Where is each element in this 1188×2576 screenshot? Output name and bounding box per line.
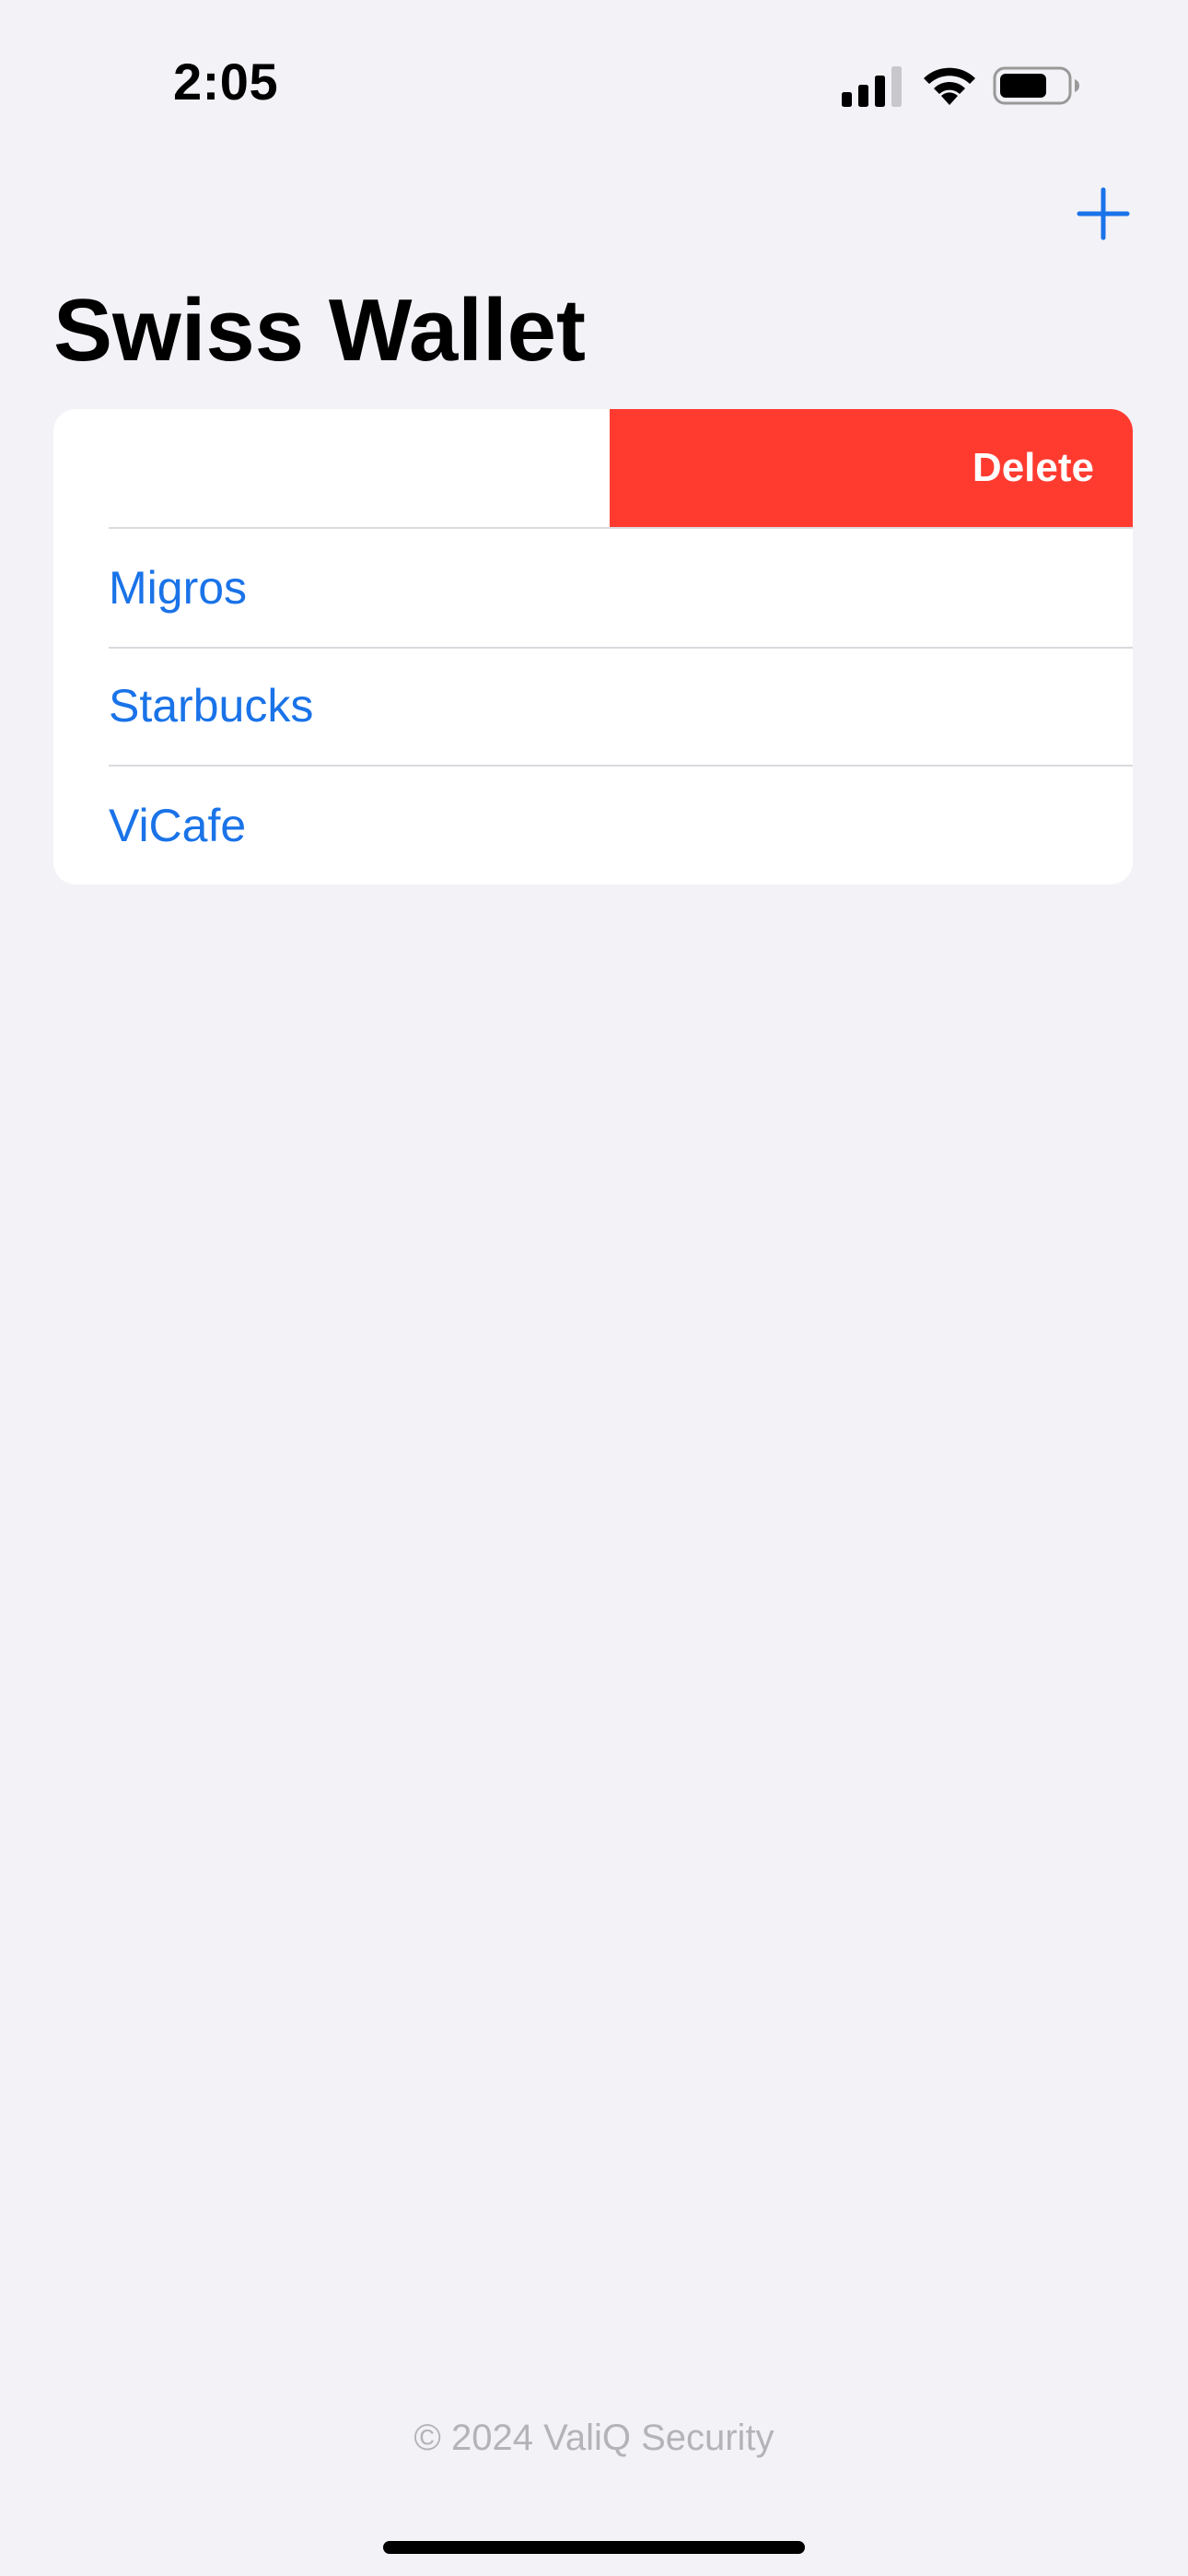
delete-button[interactable]: Delete <box>610 409 1133 527</box>
add-button[interactable] <box>1074 184 1133 243</box>
list-item-label: ViCafe <box>109 800 247 851</box>
list-item-migros[interactable]: Migros <box>53 529 1133 647</box>
status-bar: 2:05 <box>0 0 1188 175</box>
cellular-signal-icon <box>842 66 902 107</box>
footer-copyright: © 2024 ValiQ Security <box>413 2418 775 2458</box>
home-indicator[interactable] <box>383 2541 805 2554</box>
list-item-starbucks[interactable]: Starbucks <box>53 647 1133 765</box>
delete-button-label: Delete <box>972 445 1094 490</box>
status-time: 2:05 <box>173 53 279 111</box>
list-item-vicafe[interactable]: ViCafe <box>53 767 1133 884</box>
list-item-label: Migros <box>109 562 248 614</box>
wifi-icon <box>924 67 975 105</box>
list-item-swiped[interactable]: Delete <box>53 409 1133 527</box>
list-item-label: Starbucks <box>109 680 314 732</box>
wallet-list: Delete Migros Starbucks ViCafe <box>53 409 1133 884</box>
battery-icon <box>993 66 1079 105</box>
page-title: Swiss Wallet <box>53 281 586 380</box>
